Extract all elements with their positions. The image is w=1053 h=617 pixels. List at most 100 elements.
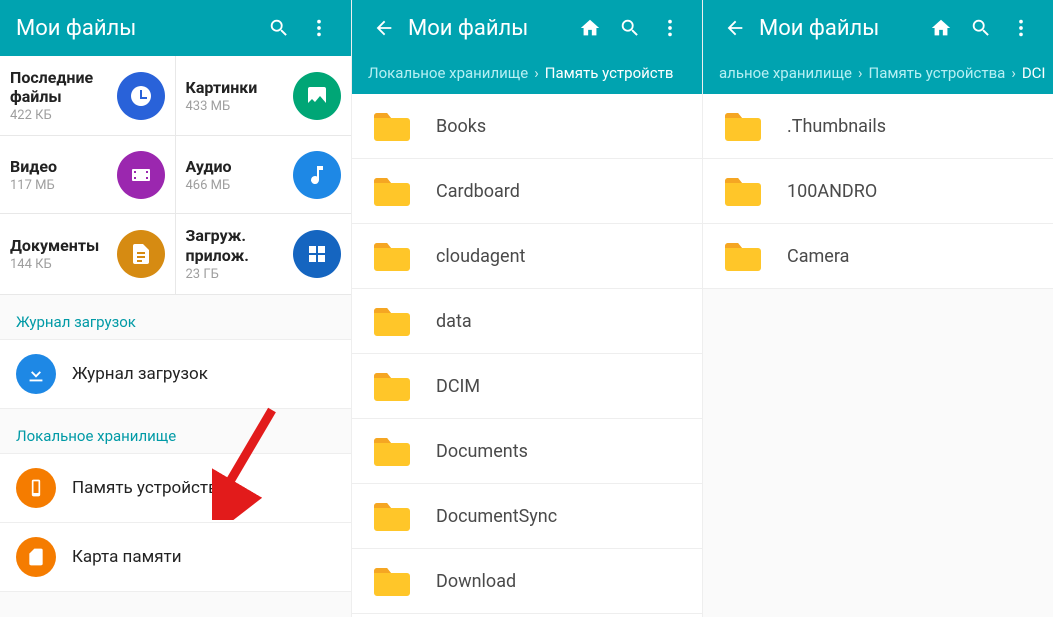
panel-device-storage: Мои файлы Локальное хранилище › Память уст… [351,0,702,617]
storage-row[interactable]: Карта памяти [0,523,351,592]
category-title: Документы [10,236,109,255]
breadcrumb[interactable]: альное хранилище › Память устройства › DCI [703,56,1053,94]
folder-row[interactable]: Download [352,549,702,614]
folder-row[interactable]: Camera [703,224,1053,289]
app-title: Мои файлы [12,16,259,41]
folder-icon [723,110,763,142]
folder-icon [372,110,412,142]
folder-row[interactable]: cloudagent [352,224,702,289]
image-icon [293,72,341,120]
appbar: Мои файлы [352,0,702,56]
folder-row[interactable]: 100ANDRO [703,159,1053,224]
storage-row[interactable]: Память устройства [0,454,351,523]
breadcrumb-item[interactable]: Память устройства [869,64,1006,82]
folder-icon [372,435,412,467]
breadcrumb-item[interactable]: DCI [1022,64,1046,82]
folder-list: Books Cardboard cloudagent data DCIM Document… [352,94,702,617]
folder-name: DocumentSync [436,506,557,527]
folder-icon [723,240,763,272]
category-size: 144 КБ [10,257,109,272]
folder-name: Documents [436,441,528,462]
category-size: 23 ГБ [186,267,286,282]
video-icon [117,151,165,199]
phone-icon [16,468,56,508]
category-video[interactable]: Видео 117 МБ [0,136,176,214]
category-size: 422 КБ [10,108,109,123]
folder-name: Books [436,116,486,137]
apps-icon [293,230,341,278]
breadcrumb-sep: › [534,64,539,82]
storage-row[interactable]: Журнал загрузок [0,340,351,409]
home-icon[interactable] [570,8,610,48]
more-icon[interactable] [650,8,690,48]
appbar: Мои файлы [0,0,351,56]
category-grid: Последние файлы 422 КБ Картинки 433 МБ Видео… [0,56,351,295]
folder-row[interactable]: Documents [352,419,702,484]
breadcrumb-sep: › [1011,64,1016,82]
breadcrumb-item[interactable]: альное хранилище [719,64,852,82]
category-size: 466 МБ [186,178,286,193]
folder-row[interactable]: Books [352,94,702,159]
folder-icon [723,175,763,207]
section-header: Журнал загрузок [0,295,351,340]
folder-name: DCIM [436,376,480,397]
category-apps[interactable]: Загруж. прилож. 23 ГБ [176,214,352,294]
more-icon[interactable] [1001,8,1041,48]
row-label: Карта памяти [72,547,182,567]
folder-icon [372,500,412,532]
panel-dcim: Мои файлы альное хранилище › Память устрой… [702,0,1053,617]
folder-name: Download [436,571,516,592]
doc-icon [117,230,165,278]
panel-myfiles-home: Мои файлы Последние файлы 422 КБ Картинки 4… [0,0,351,617]
breadcrumb-item[interactable]: Память устройств [545,64,674,82]
back-icon[interactable] [364,8,404,48]
category-audio[interactable]: Аудио 466 МБ [176,136,352,214]
search-icon[interactable] [610,8,650,48]
category-image[interactable]: Картинки 433 МБ [176,56,352,136]
row-label: Память устройства [72,478,227,498]
breadcrumb-item[interactable]: Локальное хранилище [368,64,528,82]
folder-name: 100ANDRO [787,181,877,202]
download-icon [16,354,56,394]
category-title: Аудио [186,157,286,176]
app-title: Мои файлы [755,16,921,41]
folder-row[interactable]: DocumentSync [352,484,702,549]
breadcrumb-sep: › [858,64,863,82]
category-recent[interactable]: Последние файлы 422 КБ [0,56,176,136]
audio-icon [293,151,341,199]
folder-name: Camera [787,246,849,267]
folder-icon [372,240,412,272]
category-title: Картинки [186,78,286,97]
folder-row[interactable]: Cardboard [352,159,702,224]
appbar: Мои файлы [703,0,1053,56]
search-icon[interactable] [259,8,299,48]
row-label: Журнал загрузок [72,364,208,384]
folder-name: cloudagent [436,246,525,267]
category-size: 433 МБ [186,99,286,114]
more-icon[interactable] [299,8,339,48]
back-icon[interactable] [715,8,755,48]
search-icon[interactable] [961,8,1001,48]
folder-row[interactable]: data [352,289,702,354]
folder-list: .Thumbnails 100ANDRO Camera [703,94,1053,289]
app-title: Мои файлы [404,16,570,41]
folder-name: data [436,311,472,332]
folder-icon [372,175,412,207]
section-header: Локальное хранилище [0,409,351,454]
folder-icon [372,370,412,402]
folder-name: .Thumbnails [787,116,886,137]
folder-icon [372,565,412,597]
folder-row[interactable]: .Thumbnails [703,94,1053,159]
folder-icon [372,305,412,337]
category-doc[interactable]: Документы 144 КБ [0,214,176,294]
folder-row[interactable]: DCIM [352,354,702,419]
category-title: Видео [10,157,109,176]
category-title: Загруж. прилож. [186,226,286,264]
folder-name: Cardboard [436,181,520,202]
breadcrumb[interactable]: Локальное хранилище › Память устройств [352,56,702,94]
recent-icon [117,72,165,120]
home-icon[interactable] [921,8,961,48]
category-title: Последние файлы [10,68,109,106]
sd-icon [16,537,56,577]
category-size: 117 МБ [10,178,109,193]
